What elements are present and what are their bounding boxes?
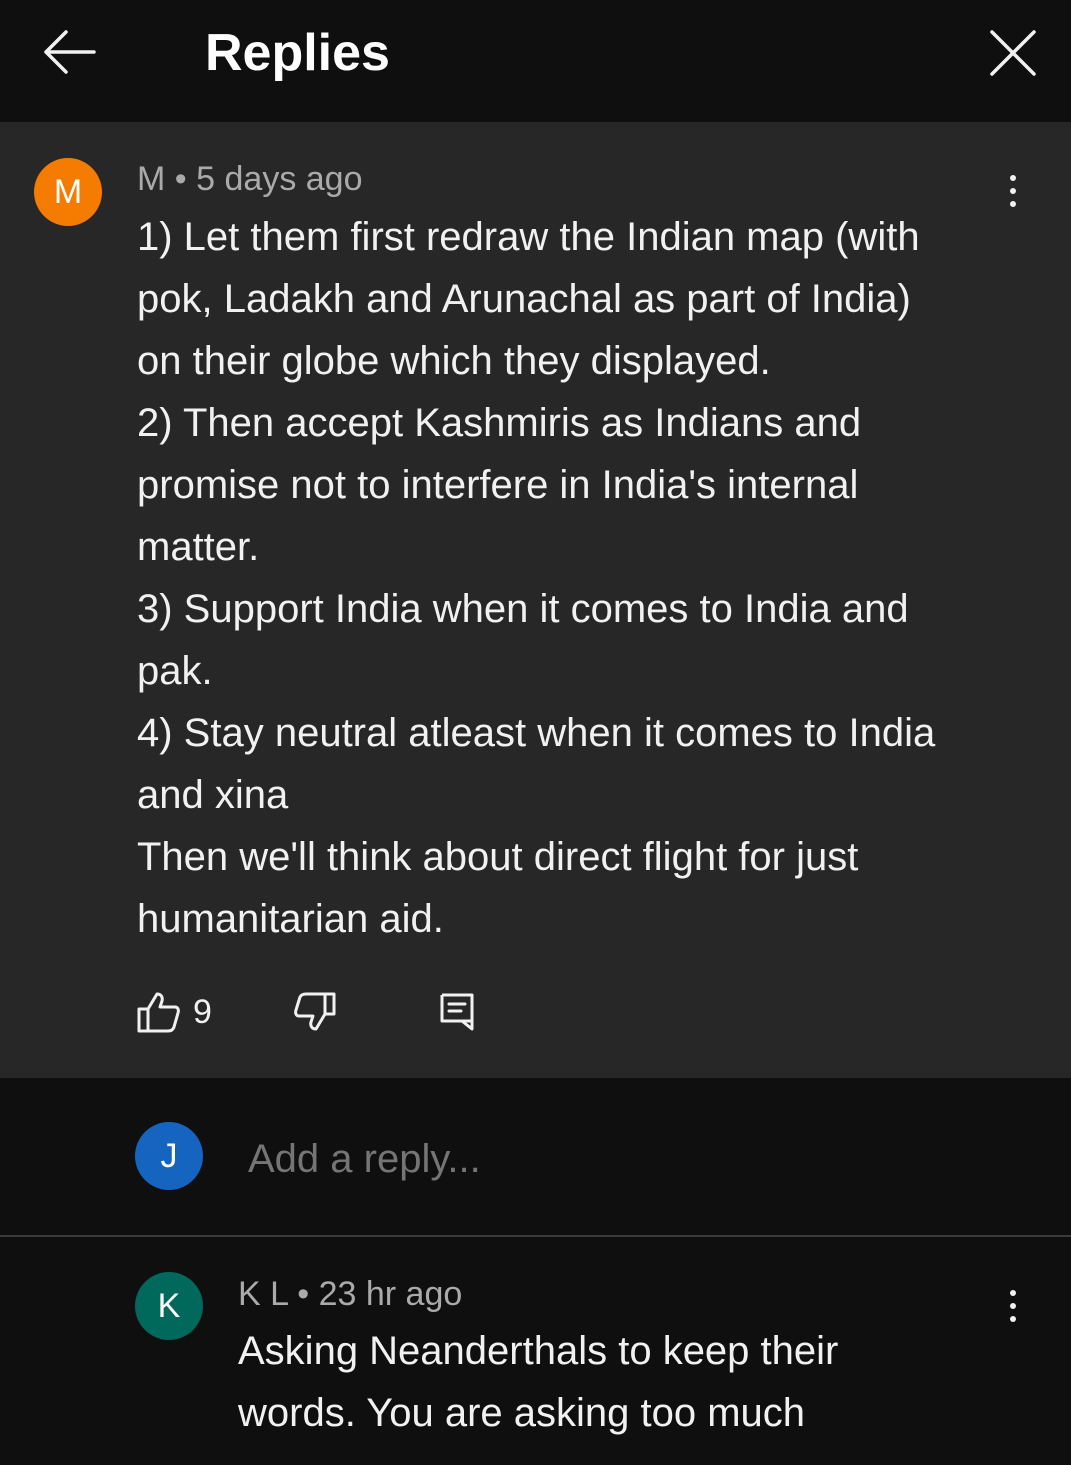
- top-bar: Replies: [0, 0, 1071, 122]
- close-icon: [990, 30, 1036, 76]
- comment-icon: [440, 993, 474, 1031]
- comment-line: on their globe which they displayed.: [137, 339, 771, 383]
- comment-line: matter.: [137, 525, 260, 569]
- user-avatar: J: [135, 1122, 203, 1190]
- comment-line: Then we'll think about direct flight for…: [137, 835, 859, 879]
- more-vert-icon: [1010, 1290, 1016, 1296]
- avatar[interactable]: K: [135, 1272, 203, 1340]
- avatar-letter: K: [157, 1286, 181, 1325]
- comment-line: pok, Ladakh and Arunachal as part of Ind…: [137, 277, 911, 321]
- reply-meta: K L • 23 hr ago: [238, 1274, 462, 1314]
- avatar[interactable]: M: [34, 158, 102, 226]
- like-button[interactable]: 9: [137, 988, 212, 1036]
- comment-line: promise not to interfere in India's inte…: [137, 463, 859, 507]
- comment-line: 4) Stay neutral atleast when it comes to…: [137, 711, 936, 755]
- thumbs-down-icon: [294, 992, 336, 1031]
- comment-actions: 9: [137, 988, 537, 1036]
- comment-line: 3) Support India when it comes to India …: [137, 587, 909, 631]
- reply-author[interactable]: K L: [238, 1275, 288, 1313]
- comment-meta: M • 5 days ago: [137, 159, 363, 199]
- arrow-left-icon: [44, 30, 96, 74]
- reply-button[interactable]: [439, 988, 475, 1036]
- like-count: 9: [193, 992, 212, 1031]
- comment-time: 5 days ago: [196, 160, 363, 198]
- avatar-letter: J: [160, 1136, 178, 1175]
- comment-line: 1) Let them first redraw the Indian map …: [137, 215, 920, 259]
- comment-line: 2) Then accept Kashmiris as Indians and: [137, 401, 862, 445]
- reply-text: Asking Neanderthals to keep their words.…: [238, 1320, 1038, 1444]
- reply-line: Asking Neanderthals to keep their: [238, 1329, 839, 1373]
- comment-line: pak.: [137, 649, 213, 693]
- close-button[interactable]: [982, 24, 1044, 82]
- thumbs-up-icon: [137, 992, 180, 1033]
- dislike-button[interactable]: [294, 988, 336, 1036]
- reply-time: 23 hr ago: [318, 1275, 463, 1313]
- meta-separator: •: [174, 160, 187, 198]
- comment-line: humanitarian aid.: [137, 897, 444, 941]
- comment-line: and xina: [137, 773, 289, 817]
- back-button[interactable]: [38, 24, 100, 80]
- reply-line: words. You are asking too much: [238, 1391, 806, 1435]
- more-vert-icon: [1010, 175, 1016, 181]
- avatar-letter: M: [53, 172, 83, 211]
- divider: [0, 1235, 1071, 1237]
- comment-author[interactable]: M: [137, 160, 165, 198]
- page-title: Replies: [205, 24, 390, 82]
- meta-separator: •: [297, 1275, 310, 1313]
- comment-text: 1) Let them first redraw the Indian map …: [137, 206, 1017, 950]
- reply-input[interactable]: [248, 1134, 1028, 1184]
